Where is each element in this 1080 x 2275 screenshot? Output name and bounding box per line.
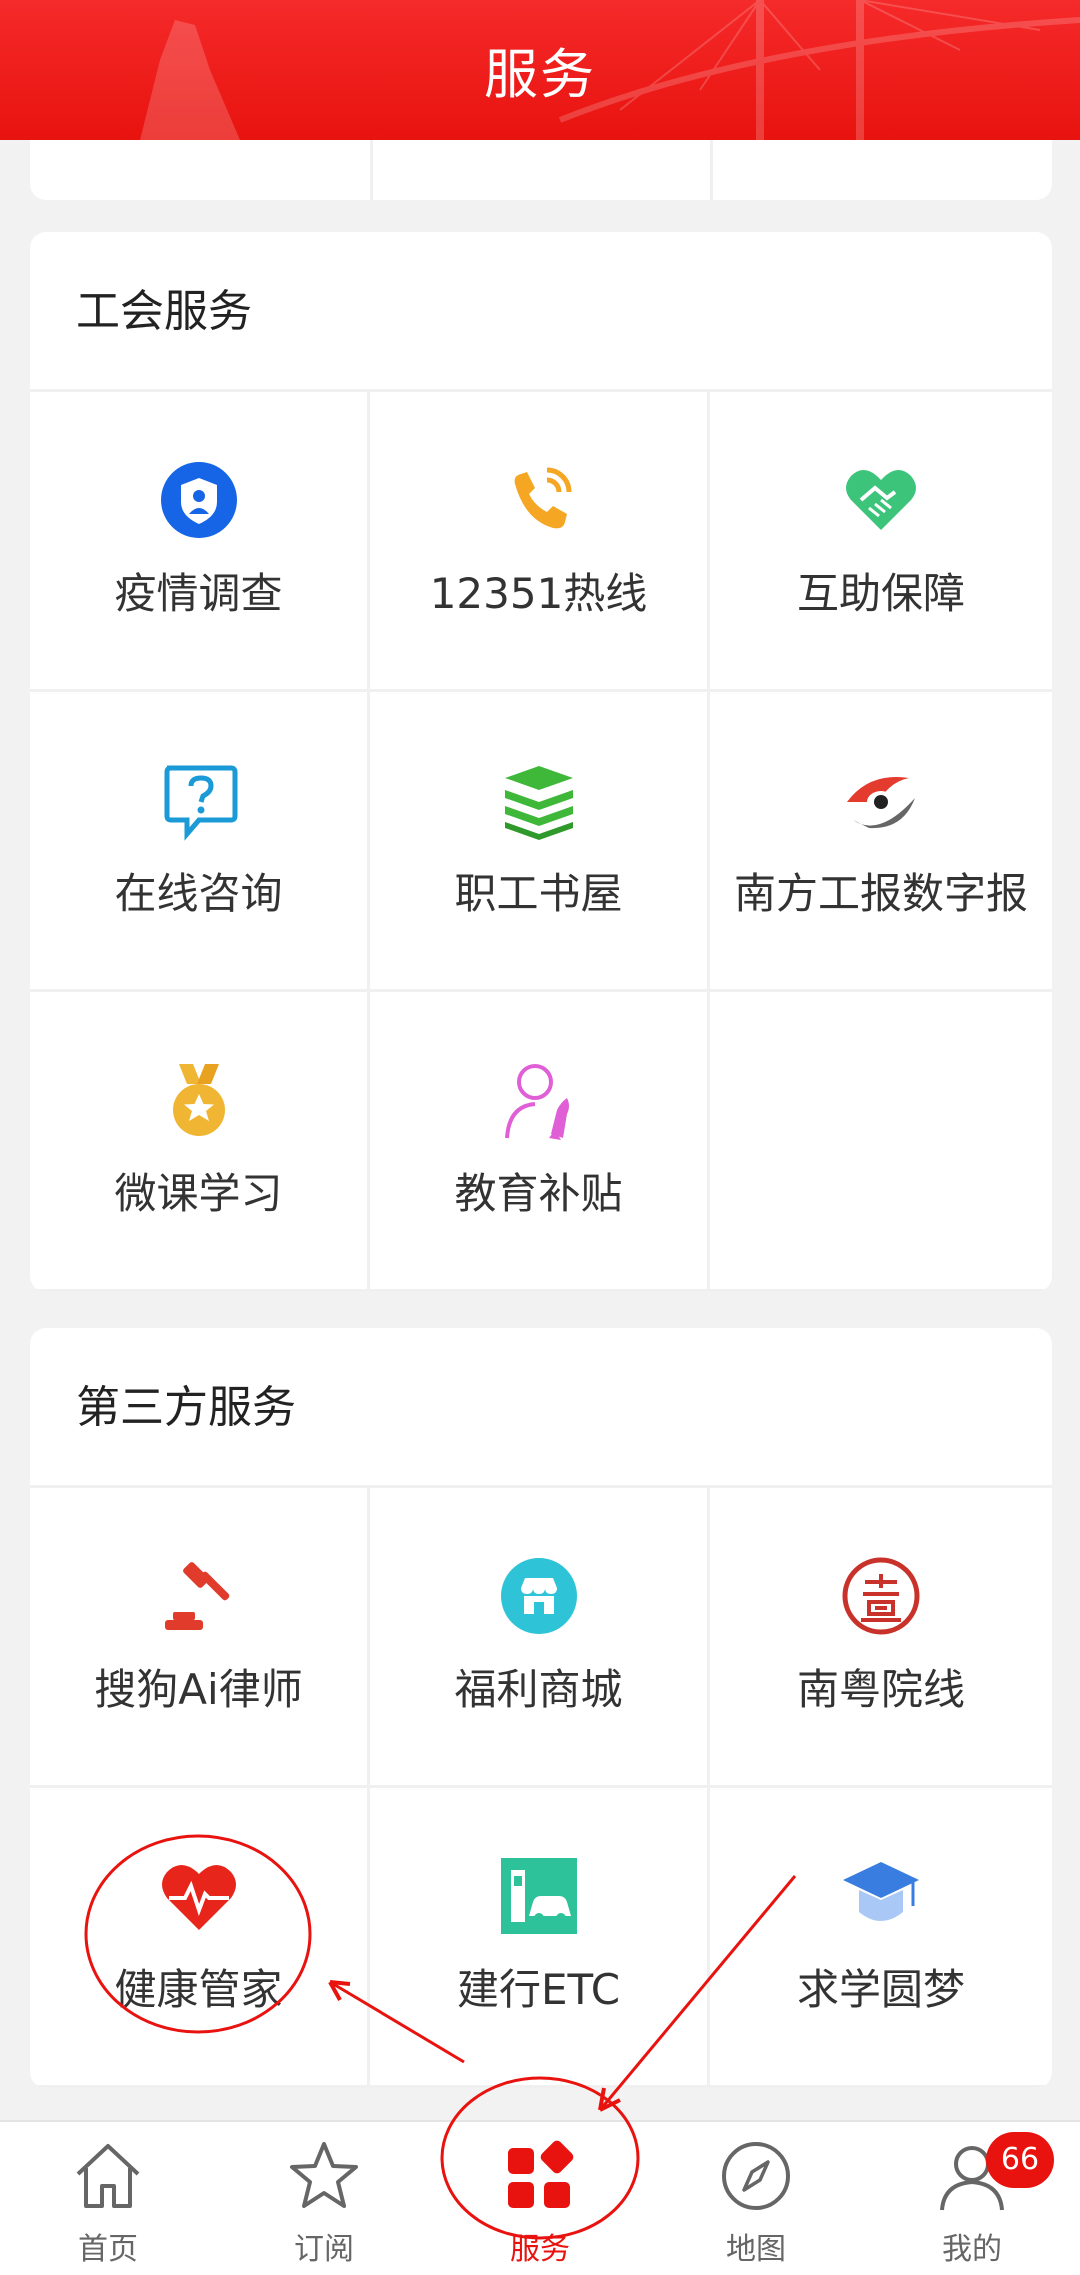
question-bubble-icon bbox=[164, 765, 237, 841]
section-title: 工会服务 bbox=[30, 232, 1052, 392]
union-services-card: 工会服务 疫情调查 12351热线 互助保障 在线咨询 职工书屋 南方工报数字报… bbox=[30, 232, 1052, 1292]
tab-services[interactable]: 服务 bbox=[432, 2122, 648, 2275]
service-item[interactable]: 福利商城 bbox=[370, 1488, 710, 1788]
tab-map[interactable]: 地图 bbox=[648, 2122, 864, 2275]
seal-icon bbox=[842, 1557, 920, 1635]
divider bbox=[370, 140, 373, 200]
section-title: 第三方服务 bbox=[30, 1328, 1052, 1488]
header-bar: 服务 bbox=[0, 0, 1080, 140]
book-stack-icon bbox=[504, 766, 573, 840]
service-item[interactable]: 12351热线 bbox=[370, 392, 710, 692]
service-label: 南方工报数字报 bbox=[733, 869, 1028, 918]
service-label: 12351热线 bbox=[429, 569, 648, 618]
tab-label: 服务 bbox=[510, 2232, 570, 2267]
divider bbox=[710, 140, 713, 200]
graduation-cap-icon bbox=[843, 1862, 919, 1921]
shield-person-icon bbox=[160, 462, 237, 538]
service-label: 福利商城 bbox=[454, 1665, 623, 1714]
heartbeat-icon bbox=[161, 1865, 236, 1930]
page-title: 服务 bbox=[484, 43, 596, 106]
service-label: 微课学习 bbox=[114, 1169, 283, 1218]
service-item[interactable]: 搜狗Ai律师 bbox=[30, 1488, 370, 1788]
person-rocket-icon bbox=[504, 1064, 569, 1140]
tab-subscribe[interactable]: 订阅 bbox=[216, 2122, 432, 2275]
third-party-services-card: 第三方服务 搜狗Ai律师 福利商城 南粤院线 健康管家 建行ETC 求学圆梦 bbox=[30, 1328, 1052, 2088]
service-label: 南粤院线 bbox=[796, 1665, 965, 1714]
service-label: 健康管家 bbox=[114, 1965, 283, 2014]
newspaper-logo-icon bbox=[847, 777, 915, 829]
service-item[interactable]: 建行ETC bbox=[370, 1788, 710, 2088]
service-label: 疫情调查 bbox=[114, 569, 283, 618]
phone-hotline-icon bbox=[514, 467, 571, 529]
service-label: 在线咨询 bbox=[114, 869, 283, 918]
bottom-tab-bar: 首页 订阅 服务 地图 66 我的 bbox=[0, 2120, 1080, 2275]
service-label: 职工书屋 bbox=[454, 869, 623, 918]
service-item[interactable]: 职工书屋 bbox=[370, 692, 710, 992]
service-item[interactable]: 疫情调查 bbox=[30, 392, 370, 692]
service-item[interactable]: 互助保障 bbox=[710, 392, 1052, 692]
etc-car-icon bbox=[500, 1858, 577, 1934]
home-icon bbox=[76, 2144, 140, 2208]
medal-icon bbox=[172, 1064, 225, 1136]
tab-mine[interactable]: 66 我的 bbox=[864, 2122, 1080, 2275]
annotation-arrowhead bbox=[598, 2087, 621, 2112]
tab-label: 订阅 bbox=[294, 2232, 354, 2267]
tab-label: 地图 bbox=[726, 2232, 786, 2267]
tab-label: 首页 bbox=[78, 2232, 138, 2267]
service-item[interactable]: 南粤院线 bbox=[710, 1488, 1052, 1788]
notification-badge: 66 bbox=[986, 2132, 1054, 2188]
compass-icon bbox=[722, 2142, 790, 2210]
service-label: 求学圆梦 bbox=[796, 1965, 965, 2014]
service-item[interactable]: 健康管家 bbox=[30, 1788, 370, 2088]
service-item[interactable]: 微课学习 bbox=[30, 992, 370, 1292]
tab-home[interactable]: 首页 bbox=[0, 2122, 216, 2275]
tab-label: 我的 bbox=[942, 2232, 1002, 2267]
services-grid-icon bbox=[508, 2140, 574, 2208]
service-label: 互助保障 bbox=[796, 569, 965, 618]
gavel-icon bbox=[164, 1562, 229, 1630]
service-item[interactable]: 南方工报数字报 bbox=[710, 692, 1052, 992]
service-item[interactable]: 在线咨询 bbox=[30, 692, 370, 992]
empty-cell bbox=[710, 992, 1052, 1292]
service-label: 搜狗Ai律师 bbox=[94, 1665, 303, 1714]
service-grid: 搜狗Ai律师 福利商城 南粤院线 健康管家 建行ETC 求学圆梦 bbox=[30, 1488, 1052, 2088]
service-label: 教育补贴 bbox=[454, 1169, 623, 1218]
service-label: 建行ETC bbox=[456, 1965, 621, 2014]
service-grid: 疫情调查 12351热线 互助保障 在线咨询 职工书屋 南方工报数字报 微课学习… bbox=[30, 392, 1052, 1292]
service-item[interactable]: 求学圆梦 bbox=[710, 1788, 1052, 2088]
previous-section-card bbox=[30, 140, 1052, 200]
store-icon bbox=[500, 1558, 577, 1634]
service-item[interactable]: 教育补贴 bbox=[370, 992, 710, 1292]
handshake-heart-icon bbox=[846, 470, 916, 530]
star-icon bbox=[290, 2142, 358, 2208]
